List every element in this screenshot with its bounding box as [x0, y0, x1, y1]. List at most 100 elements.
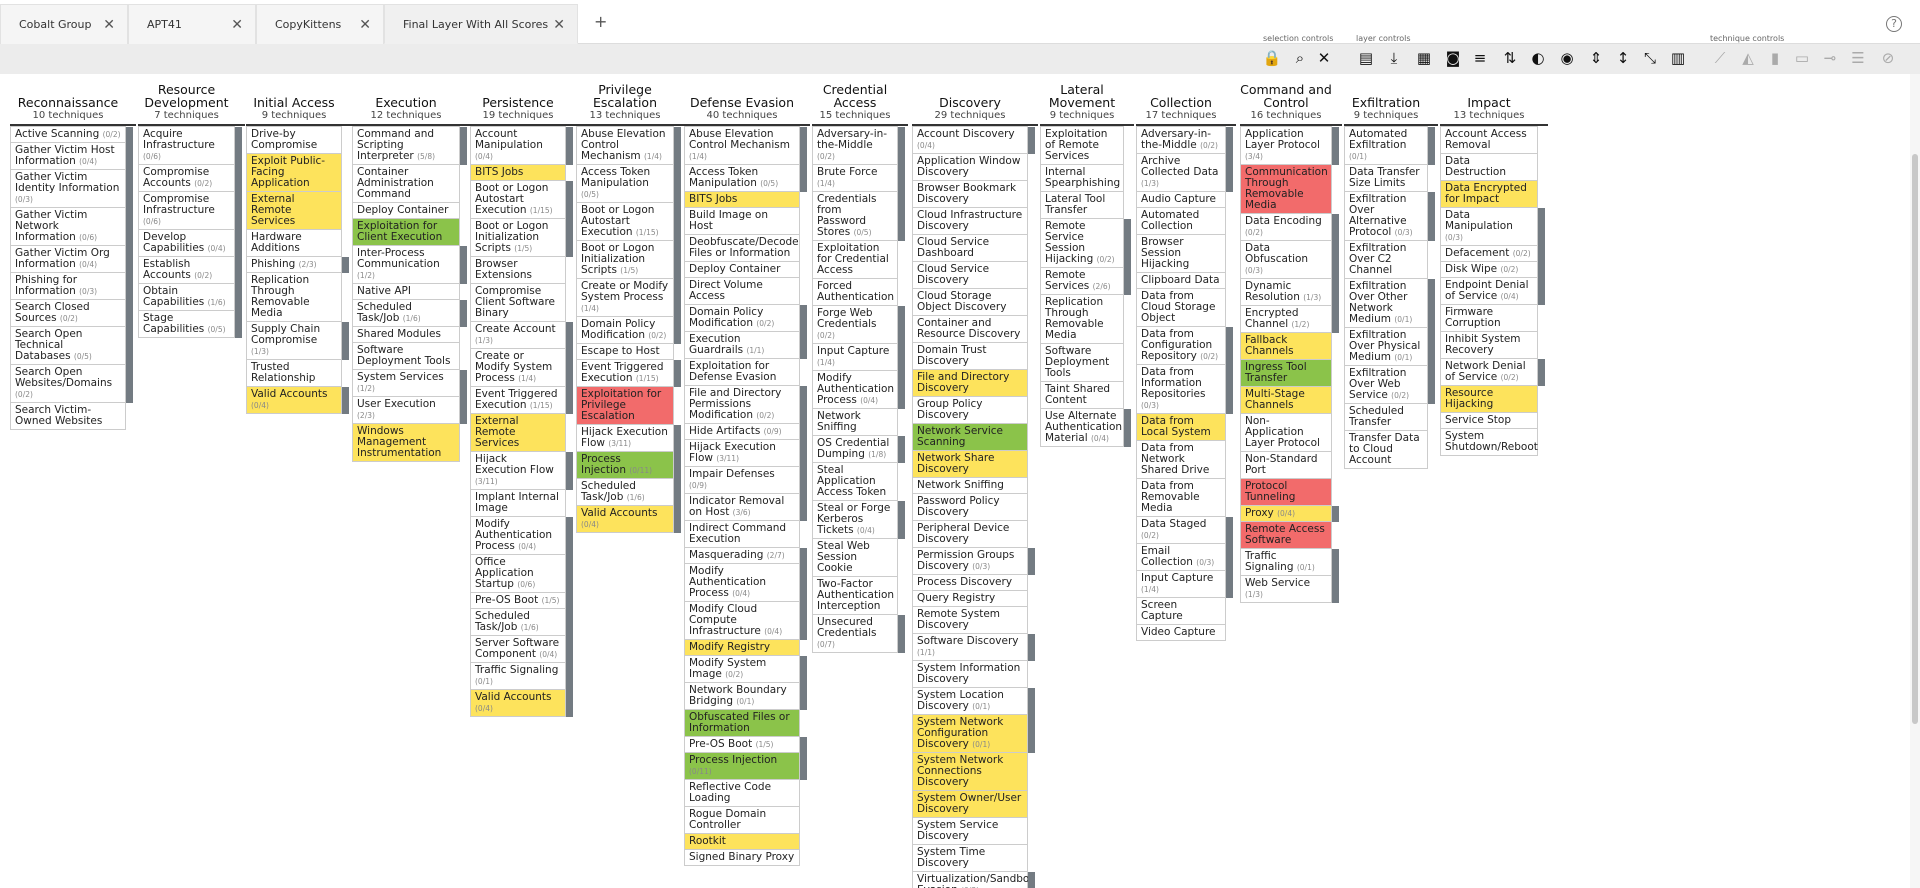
tactic-header[interactable]: Collection 17 techniques: [1136, 74, 1226, 124]
technique-cell[interactable]: Scheduled Task/Job (1/6): [470, 609, 573, 636]
technique-cell[interactable]: Steal or Forge Kerberos Tickets (0/4): [812, 501, 905, 539]
expand-subtechniques-handle[interactable]: [342, 387, 349, 414]
technique-cell[interactable]: Implant Internal Image: [470, 490, 566, 517]
expand-subtechniques-handle[interactable]: [1332, 549, 1339, 576]
technique-cell[interactable]: Browser Session Hijacking: [1136, 235, 1226, 273]
technique-cell[interactable]: Boot or Logon Autostart Execution (1/15): [470, 181, 573, 219]
technique-cell[interactable]: Audio Capture: [1136, 192, 1226, 208]
technique-cell[interactable]: Remote Services (2/6): [1040, 268, 1131, 295]
tactic-header[interactable]: Defense Evasion 40 techniques: [684, 74, 800, 124]
technique-cell[interactable]: BITS Jobs: [470, 165, 566, 181]
search-icon[interactable]: ⌕: [1290, 48, 1310, 68]
technique-cell[interactable]: Boot or Logon Autostart Execution (1/15): [576, 203, 681, 241]
technique-cell[interactable]: Cloud Service Discovery: [912, 262, 1028, 289]
expand-subtechniques-handle[interactable]: [126, 143, 133, 170]
technique-cell[interactable]: Compromise Client Software Binary: [470, 284, 566, 322]
expand-subtechniques-handle[interactable]: [898, 615, 905, 653]
technique-cell[interactable]: Data from Local System: [1136, 414, 1226, 441]
expand-subtechniques-handle[interactable]: [1124, 268, 1131, 295]
technique-cell[interactable]: Cloud Storage Object Discovery: [912, 289, 1028, 316]
technique-cell[interactable]: File and Directory Discovery: [912, 370, 1028, 397]
expand-subtechniques-handle[interactable]: [674, 279, 681, 317]
expand-subtechniques-handle[interactable]: [674, 506, 681, 533]
expand-subtechniques-handle[interactable]: [800, 305, 807, 332]
technique-cell[interactable]: System Service Discovery: [912, 818, 1028, 845]
expand-subtechniques-handle[interactable]: [898, 436, 905, 463]
expand-subtechniques-handle[interactable]: [800, 564, 807, 602]
technique-cell[interactable]: Password Policy Discovery: [912, 494, 1028, 521]
technique-cell[interactable]: Trusted Relationship: [246, 360, 342, 387]
technique-cell[interactable]: Non-Application Layer Protocol: [1240, 414, 1332, 452]
expand-subtechniques-handle[interactable]: [460, 246, 467, 284]
technique-cell[interactable]: Modify Cloud Compute Infrastructure (0/4…: [684, 602, 807, 640]
technique-cell[interactable]: Domain Policy Modification (0/2): [576, 317, 681, 344]
technique-cell[interactable]: Establish Accounts (0/2): [138, 257, 242, 284]
technique-cell[interactable]: User Execution (2/3): [352, 397, 467, 424]
technique-cell[interactable]: Indirect Command Execution: [684, 521, 800, 548]
expand-subtechniques-handle[interactable]: [566, 663, 573, 690]
expand-subtechniques-handle[interactable]: [126, 170, 133, 208]
technique-cell[interactable]: Modify Authentication Process (0/4): [812, 371, 905, 409]
technique-cell[interactable]: Defacement (0/2): [1440, 246, 1545, 262]
technique-cell[interactable]: Exfiltration Over C2 Channel: [1344, 241, 1428, 279]
technique-cell[interactable]: Application Window Discovery: [912, 154, 1028, 181]
expand-subtechniques-handle[interactable]: [1538, 262, 1545, 278]
tactic-header[interactable]: Privilege Escalation 13 techniques: [576, 74, 674, 124]
expand-subtechniques-handle[interactable]: [674, 241, 681, 279]
expand-subtechniques-handle[interactable]: [1028, 634, 1035, 661]
technique-cell[interactable]: Exfiltration Over Physical Medium (0/1): [1344, 328, 1435, 366]
technique-cell[interactable]: Steal Application Access Token: [812, 463, 898, 501]
technique-cell[interactable]: Search Closed Sources (0/2): [10, 300, 133, 327]
technique-cell[interactable]: Clipboard Data: [1136, 273, 1226, 289]
expand-subtechniques-handle[interactable]: [1226, 154, 1233, 192]
technique-cell[interactable]: Container and Resource Discovery: [912, 316, 1028, 343]
expand-subtechniques-handle[interactable]: [800, 753, 807, 780]
tactic-header[interactable]: Exfiltration 9 techniques: [1344, 74, 1428, 124]
technique-cell[interactable]: Create or Modify System Process (1/4): [576, 279, 681, 317]
technique-cell[interactable]: Signed Binary Proxy: [684, 850, 800, 866]
technique-cell[interactable]: Brute Force (1/4): [812, 165, 905, 192]
technique-cell[interactable]: Data from Cloud Storage Object: [1136, 289, 1226, 327]
expand-subtechniques-handle[interactable]: [126, 127, 133, 143]
lock-icon[interactable]: 🔒: [1262, 48, 1282, 68]
technique-cell[interactable]: Office Application Startup (0/6): [470, 555, 573, 593]
technique-cell[interactable]: Rogue Domain Controller: [684, 807, 800, 834]
technique-cell[interactable]: Exploitation of Remote Services: [1040, 127, 1124, 165]
technique-cell[interactable]: Traffic Signaling (0/1): [1240, 549, 1339, 576]
close-icon[interactable]: ✕: [359, 17, 371, 33]
technique-cell[interactable]: BITS Jobs: [684, 192, 800, 208]
technique-cell[interactable]: Compromise Infrastructure (0/6): [138, 192, 242, 230]
tactic-header[interactable]: Lateral Movement 9 techniques: [1040, 74, 1124, 124]
expand-subtechniques-handle[interactable]: [342, 322, 349, 360]
expand-subtechniques-handle[interactable]: [566, 690, 573, 717]
technique-cell[interactable]: Fallback Channels: [1240, 333, 1332, 360]
technique-cell[interactable]: Valid Accounts (0/4): [246, 387, 349, 414]
expand-subtechniques-handle[interactable]: [674, 360, 681, 387]
expand-subtechniques-handle[interactable]: [235, 257, 242, 284]
technique-cell[interactable]: Steal Web Session Cookie: [812, 539, 898, 577]
technique-cell[interactable]: Valid Accounts (0/4): [470, 690, 573, 717]
technique-cell[interactable]: Scheduled Transfer: [1344, 404, 1428, 431]
expand-subtechniques-handle[interactable]: [1332, 279, 1339, 306]
expand-subtechniques-handle[interactable]: [235, 165, 242, 192]
add-tab-button[interactable]: +: [594, 12, 607, 31]
technique-cell[interactable]: Server Software Component (0/4): [470, 636, 573, 663]
technique-cell[interactable]: Phishing (2/3): [246, 257, 349, 273]
technique-cell[interactable]: Windows Management Instrumentation: [352, 424, 460, 462]
expand-subtechniques-handle[interactable]: [235, 127, 242, 165]
expand-subtechniques-handle[interactable]: [566, 636, 573, 663]
expand-subtechniques-handle[interactable]: [1538, 359, 1545, 386]
technique-cell[interactable]: Network Share Discovery: [912, 451, 1028, 478]
expand-subtechniques-handle[interactable]: [898, 306, 905, 344]
expand-subtechniques-handle[interactable]: [1226, 127, 1233, 154]
technique-cell[interactable]: Remote System Discovery: [912, 607, 1028, 634]
technique-cell[interactable]: Adversary-in-the-Middle (0/2): [812, 127, 905, 165]
technique-cell[interactable]: Software Deployment Tools: [1040, 344, 1124, 382]
technique-cell[interactable]: Stage Capabilities (0/5): [138, 311, 242, 338]
expand-subtechniques-handle[interactable]: [800, 424, 807, 440]
expand-subtechniques-handle[interactable]: [1028, 127, 1035, 154]
expand-subtechniques-handle[interactable]: [674, 317, 681, 344]
technique-cell[interactable]: System Owner/User Discovery: [912, 791, 1028, 818]
technique-cell[interactable]: Firmware Corruption: [1440, 305, 1538, 332]
technique-cell[interactable]: Non-Standard Port: [1240, 452, 1332, 479]
